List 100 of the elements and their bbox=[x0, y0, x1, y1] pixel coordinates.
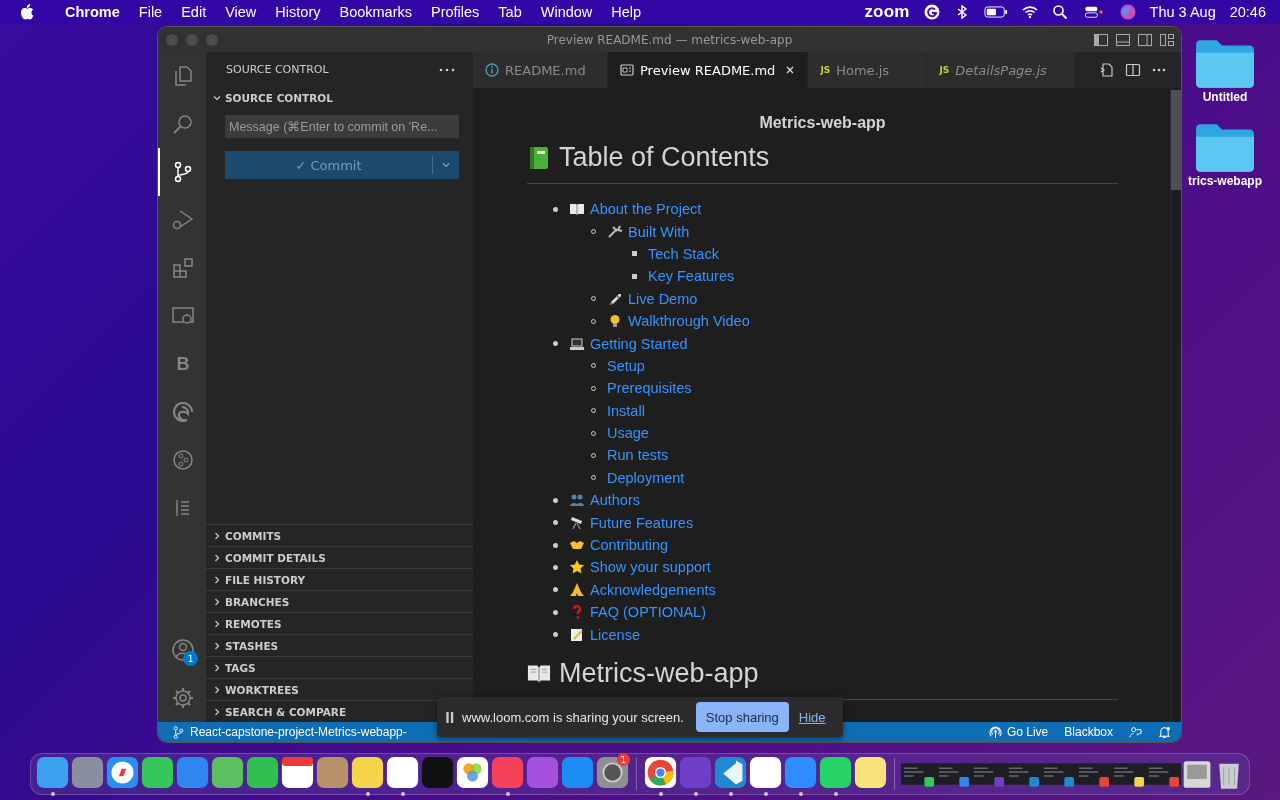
editor-tab[interactable]: README.md bbox=[473, 52, 608, 88]
toc-link[interactable]: Key Features bbox=[648, 268, 735, 285]
accounts-button[interactable]: 1 bbox=[158, 626, 206, 674]
editor-tab[interactable]: JS DetailsPage.js bbox=[927, 52, 1077, 88]
blackbox-status-item[interactable]: Blackbox bbox=[1064, 725, 1113, 739]
toc-link[interactable]: Tech Stack bbox=[648, 245, 719, 262]
folder-label[interactable]: trics-webapp bbox=[1188, 174, 1262, 188]
folder-label[interactable]: Untitled bbox=[1202, 90, 1248, 104]
chrome-icon[interactable] bbox=[643, 756, 677, 789]
toggle-sidebar-icon[interactable] bbox=[1093, 31, 1109, 48]
menu-item[interactable]: Tab bbox=[498, 4, 522, 20]
menu-date[interactable]: Thu 3 Aug bbox=[1149, 4, 1216, 20]
go-live-status-item[interactable]: Go Live bbox=[988, 725, 1049, 739]
chevron-right-icon bbox=[212, 530, 222, 541]
caret-icon[interactable] bbox=[441, 160, 451, 170]
battery-icon[interactable] bbox=[983, 5, 1008, 19]
commit-message-field[interactable]: Message (⌘Enter to commit on 'Re... bbox=[225, 115, 459, 138]
wifi-icon[interactable] bbox=[1021, 4, 1038, 20]
photos-icon[interactable] bbox=[455, 756, 489, 789]
section-header[interactable]: FILE HISTORY bbox=[206, 568, 473, 590]
menu-item[interactable]: History bbox=[275, 4, 321, 20]
toc-link[interactable]: Walkthrough Video bbox=[628, 313, 750, 330]
vscode-icon[interactable] bbox=[713, 756, 747, 789]
settings-icon[interactable] bbox=[595, 756, 629, 789]
more-actions-icon[interactable] bbox=[439, 67, 455, 72]
toc-link[interactable]: Live Demo bbox=[628, 290, 698, 307]
section-header[interactable]: BRANCHES bbox=[206, 590, 473, 612]
branch-status-item[interactable]: React-capstone-project-Metrics-webapp- bbox=[172, 725, 407, 739]
menu-item[interactable]: View bbox=[225, 4, 257, 20]
chevron-right-icon bbox=[212, 574, 222, 585]
siri-icon[interactable] bbox=[1119, 4, 1136, 20]
folder-icon[interactable] bbox=[1194, 38, 1256, 88]
bell-icon[interactable] bbox=[1158, 725, 1171, 739]
sidebar-title: SOURCE CONTROL bbox=[226, 63, 329, 76]
list-bullet bbox=[553, 564, 558, 570]
grammarly-icon[interactable] bbox=[923, 4, 940, 20]
menu-item[interactable]: File bbox=[138, 4, 163, 20]
editor-tab[interactable]: JS Home.js bbox=[808, 52, 928, 88]
toc-link[interactable]: Setup bbox=[607, 357, 645, 374]
split-editor-icon[interactable] bbox=[1125, 62, 1141, 78]
menu-clock[interactable]: 20:46 bbox=[1229, 4, 1266, 20]
safari-icon[interactable] bbox=[105, 756, 139, 789]
toc-link[interactable]: Show your support bbox=[590, 559, 711, 576]
menu-item[interactable]: Edit bbox=[181, 4, 207, 20]
zoom-status-item[interactable]: zoom bbox=[864, 2, 910, 22]
toc-link[interactable]: License bbox=[590, 626, 640, 643]
book-icon bbox=[569, 202, 585, 217]
folder-icon[interactable] bbox=[1194, 122, 1256, 172]
toc-link[interactable]: Install bbox=[607, 402, 645, 419]
open-source-icon[interactable] bbox=[1099, 62, 1115, 78]
section-header[interactable]: SOURCE CONTROL bbox=[206, 87, 473, 109]
toc-link[interactable]: FAQ (OPTIONAL) bbox=[590, 604, 706, 621]
closed-book-icon bbox=[527, 145, 551, 170]
git-graph-icon[interactable] bbox=[171, 448, 195, 472]
toc-link[interactable]: Contributing bbox=[590, 537, 669, 554]
toggle-secondary-sidebar-icon[interactable] bbox=[1137, 31, 1153, 48]
chevron-right-icon bbox=[212, 596, 222, 607]
edge-icon[interactable] bbox=[171, 400, 195, 424]
section-header[interactable]: TAGS bbox=[206, 656, 473, 678]
heading: Metrics-web-app bbox=[559, 657, 759, 689]
search-icon[interactable] bbox=[1051, 4, 1068, 20]
editor-tab[interactable]: Preview README.md bbox=[608, 52, 809, 88]
list-bullet bbox=[632, 251, 637, 257]
customize-layout-icon[interactable] bbox=[1159, 31, 1175, 48]
extensions-icon[interactable] bbox=[171, 256, 195, 280]
toggle-panel-icon[interactable] bbox=[1115, 31, 1131, 48]
people-icon bbox=[569, 493, 585, 508]
telescope-icon bbox=[569, 515, 585, 530]
calendar-icon[interactable] bbox=[280, 756, 314, 789]
section-header[interactable]: COMMIT DETAILS bbox=[206, 546, 473, 568]
toc-link[interactable]: About the Project bbox=[590, 201, 702, 218]
toc-link[interactable]: Prerequisites bbox=[607, 380, 692, 397]
toc-link[interactable]: Future Features bbox=[590, 514, 694, 531]
toc-link[interactable]: Acknowledgements bbox=[590, 581, 716, 598]
hide-link[interactable]: Hide bbox=[798, 709, 826, 725]
menu-item[interactable]: Bookmarks bbox=[339, 4, 412, 20]
laptop-icon bbox=[569, 336, 585, 351]
apple-logo-icon[interactable] bbox=[20, 4, 34, 20]
toc-link[interactable]: Built With bbox=[628, 223, 690, 240]
stop-sharing-button[interactable]: Stop sharing bbox=[695, 702, 789, 732]
scrollbar-thumb[interactable] bbox=[1171, 90, 1181, 190]
run-debug-icon[interactable] bbox=[171, 208, 195, 232]
close-icon[interactable] bbox=[785, 65, 796, 75]
toc-link[interactable]: Usage bbox=[607, 425, 649, 442]
pause-icon[interactable] bbox=[446, 711, 454, 723]
toc-link[interactable]: Authors bbox=[590, 492, 640, 509]
feedback-icon[interactable] bbox=[1129, 725, 1142, 739]
menu-item[interactable]: Window bbox=[540, 4, 593, 20]
section-header[interactable]: COMMITS bbox=[206, 524, 473, 546]
toc-link[interactable]: Run tests bbox=[607, 447, 669, 464]
menu-item[interactable]: Help bbox=[611, 4, 642, 20]
toc-link[interactable]: Getting Started bbox=[590, 335, 688, 352]
section-header[interactable]: STASHES bbox=[206, 634, 473, 656]
toc-link[interactable]: Deployment bbox=[607, 469, 685, 486]
app-menu[interactable]: Chrome bbox=[65, 4, 120, 20]
menu-item[interactable]: Profiles bbox=[431, 4, 480, 20]
section-header[interactable]: REMOTES bbox=[206, 612, 473, 634]
chevron-right-icon bbox=[212, 640, 222, 651]
heading: Table of Contents bbox=[559, 142, 770, 173]
list-bullet bbox=[632, 273, 637, 279]
